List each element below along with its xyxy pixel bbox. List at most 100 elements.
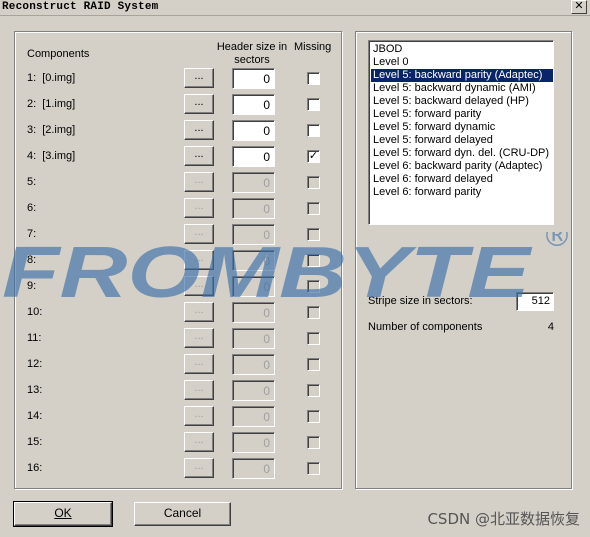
missing-checkbox[interactable]	[307, 202, 320, 215]
component-index: 2:	[27, 98, 37, 110]
missing-checkbox[interactable]: ✓	[307, 150, 320, 163]
raid-level-list[interactable]: JBOD Level 0 Level 5: backward parity (Ada…	[368, 40, 554, 225]
component-index: 8:	[27, 254, 37, 266]
component-index: 5:	[27, 176, 37, 188]
component-name: [2.img]	[42, 124, 76, 136]
missing-checkbox[interactable]	[307, 124, 320, 137]
browse-button[interactable]: ...	[184, 94, 214, 114]
header-size-input[interactable]: 0	[232, 458, 275, 479]
component-index: 7:	[27, 228, 37, 240]
component-index: 3:	[27, 124, 37, 136]
header-size-input[interactable]: 0	[232, 68, 275, 89]
component-label: 7:	[27, 228, 42, 240]
header-size-input[interactable]: 0	[232, 380, 275, 401]
component-index: 12:	[27, 358, 43, 370]
missing-header: Missing	[294, 41, 332, 53]
header-size-input[interactable]: 0	[232, 302, 275, 323]
stripe-size-label: Stripe size in sectors:	[368, 295, 473, 307]
missing-checkbox[interactable]	[307, 306, 320, 319]
missing-checkbox[interactable]	[307, 462, 320, 475]
component-label: 14:	[27, 410, 48, 422]
component-label: 9:	[27, 280, 42, 292]
browse-button[interactable]: ...	[184, 432, 214, 452]
browse-button[interactable]: ...	[184, 276, 214, 296]
browse-button[interactable]: ...	[184, 380, 214, 400]
component-index: 13:	[27, 384, 43, 396]
missing-checkbox[interactable]	[307, 358, 320, 371]
browse-button[interactable]: ...	[184, 198, 214, 218]
browse-button[interactable]: ...	[184, 328, 214, 348]
header-size-input[interactable]: 0	[232, 406, 275, 427]
missing-checkbox[interactable]	[307, 410, 320, 423]
component-name: [1.img]	[42, 98, 76, 110]
raid-level-item[interactable]: Level 0	[371, 56, 553, 69]
browse-button[interactable]: ...	[184, 146, 214, 166]
browse-button[interactable]: ...	[184, 172, 214, 192]
browse-button[interactable]: ...	[184, 250, 214, 270]
component-label: 2: [1.img]	[27, 98, 75, 110]
missing-checkbox[interactable]	[307, 254, 320, 267]
missing-checkbox[interactable]	[307, 228, 320, 241]
component-label: 16:	[27, 462, 48, 474]
component-index: 6:	[27, 202, 37, 214]
stripe-size-input[interactable]: 512	[516, 292, 554, 311]
component-index: 11:	[27, 332, 42, 344]
missing-checkbox[interactable]	[307, 384, 320, 397]
component-label: 10:	[27, 306, 48, 318]
component-name: [3.img]	[42, 150, 76, 162]
missing-checkbox[interactable]	[307, 280, 320, 293]
header-size-input[interactable]: 0	[232, 146, 275, 167]
component-label: 4: [3.img]	[27, 150, 75, 162]
browse-button[interactable]: ...	[184, 224, 214, 244]
component-label: 12:	[27, 358, 48, 370]
raid-level-item[interactable]: Level 5: forward dyn. del. (CRU-DP)	[371, 147, 553, 160]
component-label: 15:	[27, 436, 48, 448]
header-size-input[interactable]: 0	[232, 198, 275, 219]
raid-level-item[interactable]: Level 5: forward parity	[371, 108, 553, 121]
missing-checkbox[interactable]	[307, 176, 320, 189]
raid-level-item[interactable]: Level 5: backward delayed (HP)	[371, 95, 553, 108]
browse-button[interactable]: ...	[184, 406, 214, 426]
component-index: 1:	[27, 72, 37, 84]
browse-button[interactable]: ...	[184, 120, 214, 140]
header-size-input[interactable]: 0	[232, 250, 275, 271]
raid-level-item[interactable]: Level 6: forward delayed	[371, 173, 553, 186]
header-size-input[interactable]: 0	[232, 354, 275, 375]
missing-checkbox[interactable]	[307, 98, 320, 111]
raid-level-item[interactable]: JBOD	[371, 43, 553, 56]
component-label: 5:	[27, 176, 42, 188]
header-size-input[interactable]: 0	[232, 224, 275, 245]
missing-checkbox[interactable]	[307, 436, 320, 449]
header-size-input[interactable]: 0	[232, 94, 275, 115]
header-size-input[interactable]: 0	[232, 172, 275, 193]
ok-label: OK	[54, 506, 72, 520]
raid-level-item[interactable]: Level 5: backward dynamic (AMI)	[371, 82, 553, 95]
raid-level-item[interactable]: Level 5: forward dynamic	[371, 121, 553, 134]
window-title: Reconstruct RAID System	[2, 1, 159, 13]
missing-checkbox[interactable]	[307, 332, 320, 345]
header-size-input[interactable]: 0	[232, 120, 275, 141]
component-name: [0.img]	[42, 72, 76, 84]
missing-checkbox[interactable]	[307, 72, 320, 85]
browse-button[interactable]: ...	[184, 302, 214, 322]
component-index: 14:	[27, 410, 43, 422]
component-index: 16:	[27, 462, 43, 474]
component-label: 3: [2.img]	[27, 124, 75, 136]
browse-button[interactable]: ...	[184, 354, 214, 374]
cancel-button[interactable]: Cancel	[134, 502, 231, 526]
close-button[interactable]: ✕	[571, 0, 587, 14]
browse-button[interactable]: ...	[184, 68, 214, 88]
browse-button[interactable]: ...	[184, 458, 214, 478]
header-size-input[interactable]: 0	[232, 328, 275, 349]
raid-level-item[interactable]: Level 6: backward parity (Adaptec)	[371, 160, 553, 173]
ok-button[interactable]: OK	[13, 501, 113, 527]
csdn-watermark: CSDN @北亚数据恢复	[427, 510, 580, 528]
raid-level-item[interactable]: Level 5: backward parity (Adaptec)	[371, 69, 553, 82]
raid-level-item[interactable]: Level 6: forward parity	[371, 186, 553, 199]
component-label: 11:	[27, 332, 47, 344]
header-size-input[interactable]: 0	[232, 432, 275, 453]
close-icon: ✕	[574, 0, 584, 12]
component-label: 8:	[27, 254, 42, 266]
raid-level-item[interactable]: Level 5: forward delayed	[371, 134, 553, 147]
header-size-input[interactable]: 0	[232, 276, 275, 297]
